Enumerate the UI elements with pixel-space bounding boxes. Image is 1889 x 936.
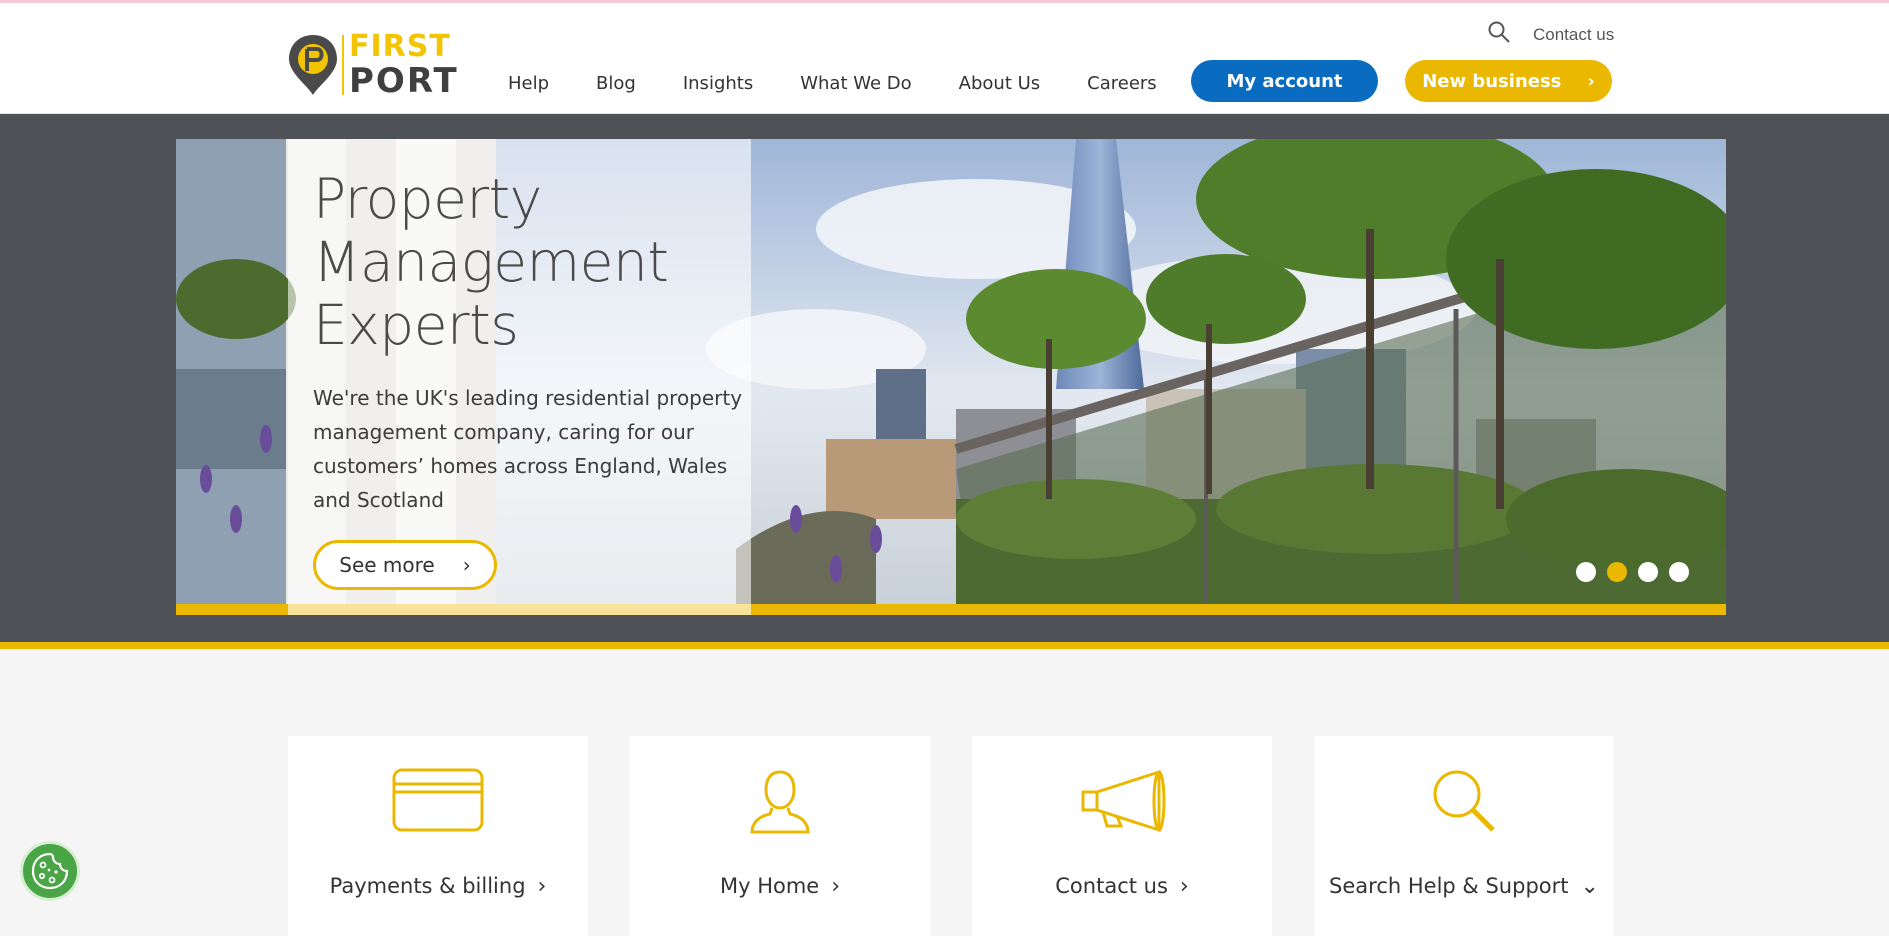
nav-blog[interactable]: Blog xyxy=(596,73,636,94)
person-icon xyxy=(750,770,810,834)
card-label: Contact us › xyxy=(972,874,1272,899)
carousel-dot-1[interactable] xyxy=(1576,562,1596,582)
search-icon[interactable] xyxy=(1487,20,1511,44)
quick-links: Payments & billing › My Home › Contact us ›… xyxy=(288,736,1614,936)
card-label-text: Payments & billing xyxy=(329,874,526,898)
new-business-label: New business xyxy=(1422,70,1562,92)
header-contact-link[interactable]: Contact us xyxy=(1533,25,1614,45)
nav-what-we-do[interactable]: What We Do xyxy=(800,73,911,94)
cookie-icon xyxy=(31,852,69,890)
logo-first-text: FIRST xyxy=(349,29,451,64)
main-nav: Help Blog Insights What We Do About Us C… xyxy=(508,73,1204,94)
chevron-right-icon: › xyxy=(462,553,471,577)
logo-port-text: PORT xyxy=(349,61,459,101)
my-account-button[interactable]: My account xyxy=(1191,60,1378,102)
card-label-text: Search Help & Support xyxy=(1329,874,1569,898)
carousel-dot-4[interactable] xyxy=(1669,562,1689,582)
chevron-down-icon: ⌄ xyxy=(1580,874,1599,899)
megaphone-icon xyxy=(1081,769,1166,833)
nav-about-us[interactable]: About Us xyxy=(959,73,1041,94)
card-label-text: My Home xyxy=(719,874,820,898)
card-label: My Home › xyxy=(630,874,930,899)
card-label-text: Contact us xyxy=(1055,874,1168,898)
chevron-right-icon: › xyxy=(1179,874,1189,899)
carousel-dot-2[interactable] xyxy=(1607,562,1627,582)
search-icon xyxy=(1433,770,1495,832)
hero-title: Property Management Experts xyxy=(313,167,669,357)
new-business-button[interactable]: New business › xyxy=(1405,60,1612,102)
chevron-right-icon: › xyxy=(831,874,841,899)
see-more-label: See more xyxy=(339,553,435,577)
cookie-settings-button[interactable] xyxy=(20,841,80,901)
card-search-help[interactable]: Search Help & Support ⌄ xyxy=(1314,736,1614,936)
hero-description: We're the UK's leading residential prope… xyxy=(313,386,743,512)
card-payments-billing[interactable]: Payments & billing › xyxy=(288,736,588,936)
card-label: Search Help & Support ⌄ xyxy=(1314,874,1614,899)
hero-bottom-stripe xyxy=(0,642,1889,649)
carousel-dot-3[interactable] xyxy=(1638,562,1658,582)
nav-careers[interactable]: Careers xyxy=(1087,73,1157,94)
firstport-logo[interactable]: FIRST PORT xyxy=(287,31,457,101)
card-contact-us[interactable]: Contact us › xyxy=(972,736,1272,936)
chevron-right-icon: › xyxy=(537,874,547,899)
nav-insights[interactable]: Insights xyxy=(683,73,753,94)
carousel-dots xyxy=(1576,562,1689,582)
chevron-right-icon: › xyxy=(1587,70,1595,92)
credit-card-icon xyxy=(392,768,484,832)
card-label: Payments & billing › xyxy=(288,874,588,899)
see-more-button[interactable]: See more › xyxy=(313,540,497,590)
nav-help[interactable]: Help xyxy=(508,73,549,94)
logo-divider xyxy=(342,35,344,95)
logo-pin-icon xyxy=(289,35,337,95)
site-header: FIRST PORT Contact us Help Blog Insights… xyxy=(0,3,1889,114)
card-my-home[interactable]: My Home › xyxy=(630,736,930,936)
